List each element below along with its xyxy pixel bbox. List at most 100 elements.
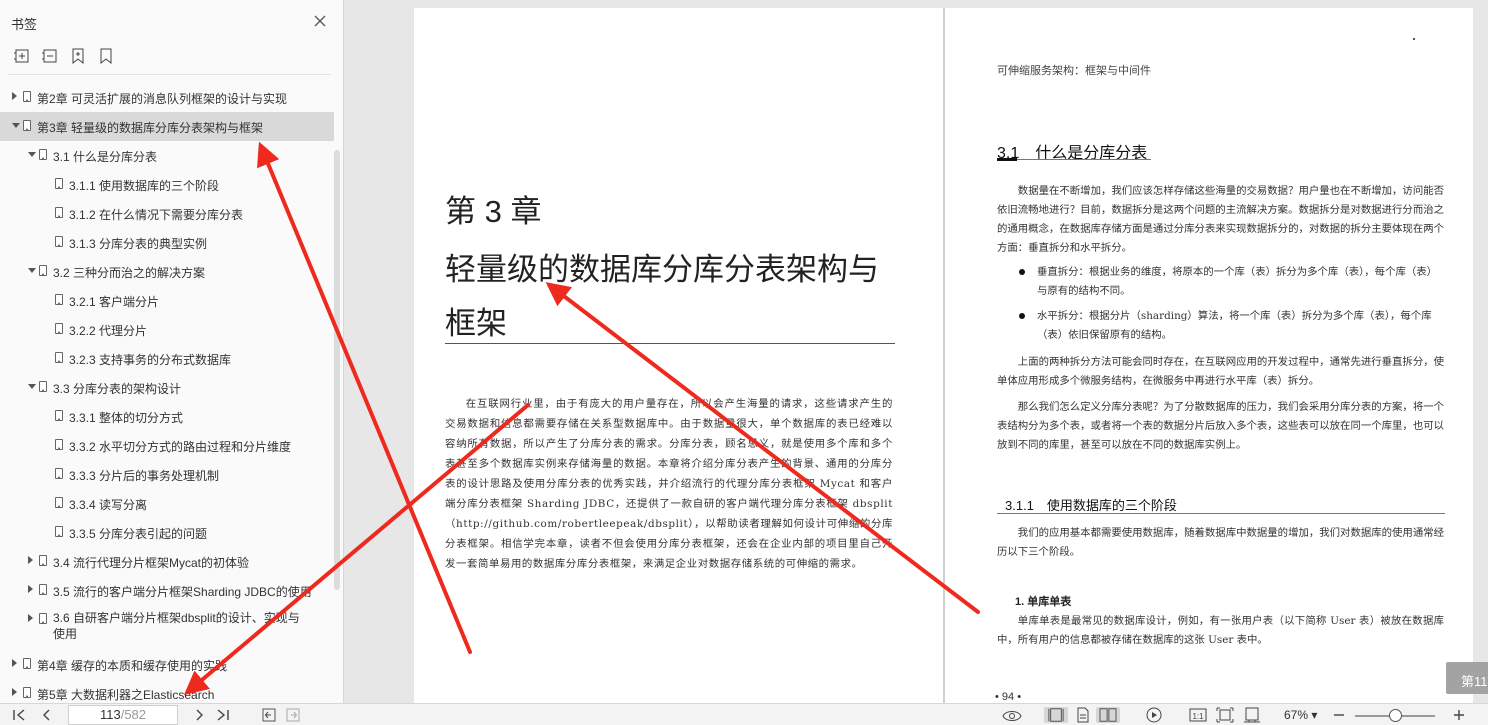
eye-icon[interactable] — [1002, 707, 1022, 723]
single-page-view-icon[interactable] — [1044, 707, 1068, 723]
zoom-in-icon[interactable] — [1453, 707, 1465, 723]
zoom-value: 67% — [1284, 708, 1309, 722]
collapse-arrow-icon[interactable] — [28, 268, 36, 273]
first-page-icon[interactable] — [12, 707, 26, 723]
bookmark-item[interactable]: 3.4 流行代理分片框架Mycat的初体验 — [0, 547, 334, 576]
bookmark-icon — [55, 526, 63, 537]
bookmark-icon[interactable] — [98, 48, 114, 64]
bookmark-item[interactable]: 3.3.4 读写分离 — [0, 489, 334, 518]
bookmark-item[interactable]: 3.6 自研客户端分片框架dbsplit的设计、实现与使用 — [0, 605, 334, 650]
actual-size-icon[interactable]: 1:1 — [1189, 707, 1207, 723]
expand-arrow-icon[interactable] — [12, 688, 17, 696]
heading-4: 1. 单库单表 — [1015, 596, 1072, 608]
running-head: 可伸缩服务架构：框架与中间件 — [997, 65, 1151, 77]
bookmark-label: 3.3.2 水平切分方式的路由过程和分片维度 — [69, 440, 292, 454]
paragraph: 单库单表是最常见的数据库设计，例如，有一张用户表（以下简称 User 表）被放在… — [997, 615, 1444, 646]
zoom-out-icon[interactable] — [1333, 707, 1345, 723]
bookmark-item[interactable]: 3.3.2 水平切分方式的路由过程和分片维度 — [0, 431, 334, 460]
zoom-slider-thumb[interactable] — [1389, 709, 1402, 722]
bookmark-icon — [39, 381, 47, 392]
bookmark-item[interactable]: 3.3.1 整体的切分方式 — [0, 402, 334, 431]
bookmark-icon — [39, 555, 47, 566]
bookmark-icon — [23, 687, 31, 698]
bookmark-icon — [39, 149, 47, 160]
bookmark-label: 3.3.1 整体的切分方式 — [69, 411, 184, 425]
back-icon[interactable] — [262, 707, 276, 723]
forward-icon[interactable] — [286, 707, 300, 723]
paragraph: 数据量在不断增加，我们应该怎样存储这些海量的交易数据？用户量也在不断增加，访问能… — [997, 185, 1444, 254]
svg-text:1:1: 1:1 — [1192, 712, 1204, 721]
bookmark-item[interactable]: 3.3 分库分表的架构设计 — [0, 373, 334, 402]
play-icon[interactable] — [1145, 707, 1163, 723]
page-number-input[interactable]: 113/582 — [68, 705, 178, 725]
zoom-dropdown[interactable]: 67% ▾ — [1284, 708, 1317, 722]
expand-arrow-icon[interactable] — [28, 556, 33, 564]
add-bookmark-icon[interactable] — [70, 48, 86, 64]
bookmark-label: 3.3.3 分片后的事务处理机制 — [69, 469, 220, 483]
bookmark-item[interactable]: 第2章 可灵活扩展的消息队列框架的设计与实现 — [0, 83, 334, 112]
previous-page-icon[interactable] — [40, 707, 52, 723]
collapse-all-icon[interactable] — [42, 48, 58, 64]
bookmark-label: 3.6 自研客户端分片框架dbsplit的设计、实现与使用 — [53, 611, 300, 641]
bookmark-item[interactable]: 第3章 轻量级的数据库分库分表架构与框架 — [0, 112, 334, 141]
page-right: 可伸缩服务架构：框架与中间件 3.1 什么是分库分表 数据量在不断增加，我们应该… — [945, 8, 1473, 703]
expand-arrow-icon[interactable] — [12, 92, 17, 100]
chapter-intro: 在互联网行业里，由于有庞大的用户量存在，所以会产生海量的请求，这些请求产生的交易… — [445, 398, 893, 570]
bookmark-item[interactable]: 3.2.2 代理分片 — [0, 315, 334, 344]
bookmark-icon — [23, 91, 31, 102]
collapse-arrow-icon[interactable] — [12, 123, 20, 128]
bullet-item: 垂直拆分：根据业务的维度，将原本的一个库（表）拆分为多个库（表），每个库（表）与… — [1015, 263, 1445, 301]
fit-width-icon[interactable] — [1243, 707, 1261, 723]
sidebar-scrollbar[interactable] — [334, 150, 340, 590]
fit-page-icon[interactable] — [1216, 707, 1234, 723]
expand-arrow-icon[interactable] — [28, 614, 33, 622]
chapter-number: 第 3 章 — [445, 194, 542, 229]
bookmark-panel-title: 书签 — [11, 17, 38, 32]
bookmark-label: 第2章 可灵活扩展的消息队列框架的设计与实现 — [37, 92, 288, 106]
last-page-icon[interactable] — [216, 707, 230, 723]
bookmark-icon — [23, 120, 31, 131]
expand-all-icon[interactable] — [14, 48, 30, 64]
paragraph: 上面的两种拆分方法可能会同时存在，在互联网应用的开发过程中，通常先进行垂直拆分，… — [997, 356, 1444, 387]
collapse-arrow-icon[interactable] — [28, 152, 36, 157]
bookmark-label: 3.3.5 分库分表引起的问题 — [69, 527, 208, 541]
document-icon[interactable] — [1075, 707, 1091, 723]
bookmark-toolbar — [14, 48, 114, 64]
bookmark-item[interactable]: 3.2 三种分而治之的解决方案 — [0, 257, 334, 286]
bookmark-label: 3.2.1 客户端分片 — [69, 295, 160, 309]
bookmark-item[interactable]: 3.1 什么是分库分表 — [0, 141, 334, 170]
current-page: 113 — [99, 707, 121, 722]
page-tab[interactable]: 第11 — [1446, 662, 1488, 694]
expand-arrow-icon[interactable] — [28, 585, 33, 593]
bookmark-icon — [23, 658, 31, 669]
bookmark-item[interactable]: 3.2.3 支持事务的分布式数据库 — [0, 344, 334, 373]
bookmark-item[interactable]: 3.2.1 客户端分片 — [0, 286, 334, 315]
bookmark-label: 3.4 流行代理分片框架Mycat的初体验 — [53, 556, 250, 570]
bookmark-label: 3.1.1 使用数据库的三个阶段 — [69, 179, 220, 193]
bookmark-item[interactable]: 3.1.3 分库分表的典型实例 — [0, 228, 334, 257]
bookmark-item[interactable]: 3.5 流行的客户端分片框架Sharding JDBC的使用 — [0, 576, 334, 605]
next-page-icon[interactable] — [194, 707, 206, 723]
bookmark-icon — [55, 352, 63, 363]
bookmark-item[interactable]: 3.1.2 在什么情况下需要分库分表 — [0, 199, 334, 228]
bookmark-item[interactable]: 3.3.5 分库分表引起的问题 — [0, 518, 334, 547]
bookmark-icon — [39, 613, 47, 624]
bookmark-item[interactable]: 3.1.1 使用数据库的三个阶段 — [0, 170, 334, 199]
bullet-item: 水平拆分：根据分片（sharding）算法，将一个库（表）拆分为多个库（表），每… — [1015, 307, 1445, 345]
bookmark-item[interactable]: 第4章 缓存的本质和缓存使用的实践 — [0, 650, 334, 679]
two-page-view-icon[interactable] — [1096, 707, 1120, 723]
close-icon[interactable] — [313, 14, 327, 28]
paragraph: 我们的应用基本都需要使用数据库，随着数据库中数据量的增加，我们对数据库的使用通常… — [997, 527, 1444, 558]
document-view: 第 3 章 轻量级的数据库分库分表架构与框架 在互联网行业里，由于有庞大的用户量… — [344, 0, 1488, 703]
page-left: 第 3 章 轻量级的数据库分库分表架构与框架 在互联网行业里，由于有庞大的用户量… — [414, 8, 944, 703]
collapse-arrow-icon[interactable] — [28, 384, 36, 389]
bookmark-label: 第3章 轻量级的数据库分库分表架构与框架 — [37, 121, 264, 135]
bookmark-label: 第4章 缓存的本质和缓存使用的实践 — [37, 659, 228, 673]
bookmark-icon — [55, 410, 63, 421]
bookmark-item[interactable]: 3.3.3 分片后的事务处理机制 — [0, 460, 334, 489]
bookmark-label: 3.1 什么是分库分表 — [53, 150, 158, 164]
bookmark-icon — [55, 323, 63, 334]
bookmark-icon — [55, 236, 63, 247]
expand-arrow-icon[interactable] — [12, 659, 17, 667]
bookmark-icon — [55, 497, 63, 508]
